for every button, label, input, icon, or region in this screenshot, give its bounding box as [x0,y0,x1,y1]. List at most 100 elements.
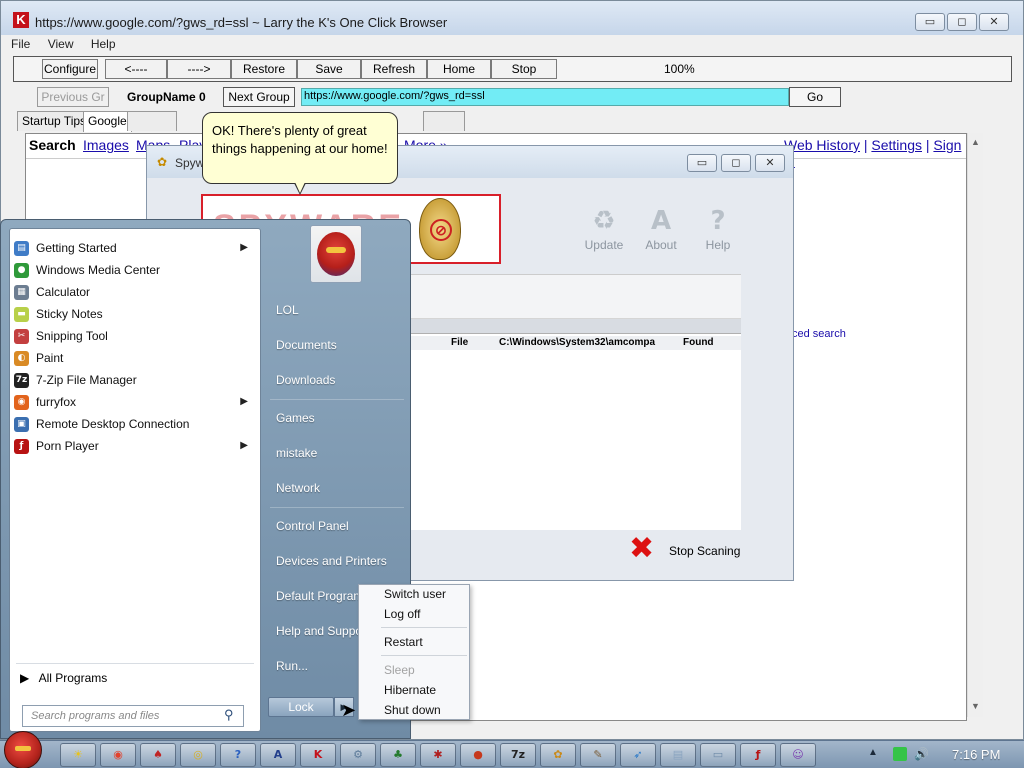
search-icon[interactable]: ⚲ [224,707,234,723]
minimize-button[interactable]: ▭ [915,13,945,31]
lock-button[interactable]: Lock [268,697,334,717]
configure-button[interactable]: Configure [42,59,98,79]
log-off-item[interactable]: Log off [384,607,420,621]
taskbar-app-a-app-icon[interactable]: A [260,743,296,767]
start-link-downloads[interactable]: Downloads [276,370,335,390]
previous-group-button[interactable]: Previous Gr [37,87,109,107]
search-input[interactable]: Search programs and files [22,705,244,727]
taskbar-app-ttb-app-icon[interactable]: ● [460,743,496,767]
start-link-documents[interactable]: Documents [276,335,337,355]
taskbar-app-cards-icon[interactable]: ♠ [140,743,176,767]
table-row[interactable]: File C:\Windows\System32\amcompa Found [409,336,741,350]
web-history-link[interactable]: Web History [784,137,860,153]
spyware-maximize-button[interactable]: ◻ [721,154,751,172]
switch-user-item[interactable]: Switch user [384,587,446,601]
taskbar-app-notes-app-icon[interactable]: ▤ [660,743,696,767]
spyware-close-button[interactable]: ✕ [755,154,785,172]
program-getting-started[interactable]: ▤ Getting Started ▶ [10,237,260,259]
taskbar-app-window-app-icon[interactable]: ▭ [700,743,736,767]
start-button[interactable] [4,731,42,768]
taskbar-app-k-browser-icon[interactable]: K [300,743,336,767]
all-programs-button[interactable]: ▶ All Programs [20,669,107,687]
url-input[interactable]: https://www.google.com/?gws_rd=ssl [301,88,789,106]
tab-startup-tips[interactable]: Startup Tips [17,111,92,131]
maximize-button[interactable]: ◻ [947,13,977,31]
advanced-search-link[interactable]: ced search [792,328,846,340]
program-7zip[interactable]: 7z 7-Zip File Manager [10,369,260,391]
start-menu-programs: ▤ Getting Started ▶ ● Windows Media Cent… [9,228,261,732]
hibernate-item[interactable]: Hibernate [384,683,436,697]
program-paint[interactable]: ◐ Paint [10,347,260,369]
next-group-button[interactable]: Next Group [223,87,295,107]
furryfox-icon: ◉ [14,395,29,410]
taskbar-app-tools-app-icon[interactable]: ✎ [580,743,616,767]
taskbar-app-zip-app-icon[interactable]: 7z [500,743,536,767]
menu-view[interactable]: View [48,37,74,51]
spyware-minimize-button[interactable]: ▭ [687,154,717,172]
start-link-help-support[interactable]: Help and Support [276,621,360,641]
start-link-lol[interactable]: LOL [276,300,299,320]
program-porn-player[interactable]: ƒ Porn Player ▶ [10,435,260,457]
tab-empty-2[interactable] [423,111,465,131]
program-furryfox[interactable]: ◉ furryfox ▶ [10,391,260,413]
taskbar-app-tree-app-icon[interactable]: ♣ [380,743,416,767]
start-link-control-panel[interactable]: Control Panel [276,516,349,536]
taskbar-app-chrome-icon[interactable]: ◉ [100,743,136,767]
taskbar-app-flash-app-icon[interactable]: ƒ [740,743,776,767]
start-link-games[interactable]: Games [276,408,315,428]
help-tool[interactable]: ? Help [693,206,743,252]
back-button[interactable]: <---- [105,59,167,79]
taskbar-app-sun-app-icon[interactable]: ☀ [60,743,96,767]
taskbar-app-cd-app-icon[interactable]: ◎ [180,743,216,767]
taskbar-app-purple-app-icon[interactable]: ☺ [780,743,816,767]
program-snipping-tool[interactable]: ✂ Snipping Tool [10,325,260,347]
program-remote-desktop[interactable]: ▣ Remote Desktop Connection [10,413,260,435]
avatar[interactable] [310,225,362,283]
page-scrollbar[interactable]: ▲ ▼ [967,133,983,717]
program-sticky-notes[interactable]: ▬ Sticky Notes [10,303,260,325]
browser-titlebar[interactable]: K https://www.google.com/?gws_rd=ssl ~ L… [1,1,1023,35]
program-windows-media-center[interactable]: ● Windows Media Center [10,259,260,281]
menu-file[interactable]: File [11,37,30,51]
start-link-mistake[interactable]: mistake [276,443,317,463]
about-tool[interactable]: A About [636,206,686,252]
program-label: furryfox [36,395,77,409]
start-right-divider [270,507,404,508]
scroll-down-icon[interactable]: ▼ [971,701,980,711]
start-link-default-programs[interactable]: Default Programs [276,586,360,606]
menu-help[interactable]: Help [91,37,116,51]
taskbar-app-bird-app-icon[interactable]: ➶ [620,743,656,767]
google-link-images[interactable]: Images [83,137,129,153]
restart-item[interactable]: Restart [384,635,423,649]
tab-google[interactable]: Google [83,111,132,132]
battery-icon[interactable] [893,747,907,761]
volume-icon[interactable]: 🔊 [914,747,929,761]
taskbar-app-bug-app-icon[interactable]: ✿ [540,743,576,767]
start-link-devices-printers[interactable]: Devices and Printers [276,551,387,571]
taskbar-app-spider-app-icon[interactable]: ✱ [420,743,456,767]
start-link-run[interactable]: Run... [276,656,308,676]
refresh-button[interactable]: Refresh [361,59,427,79]
speech-bubble: OK! There's plenty of great things happe… [202,112,398,184]
about-icon: A [650,206,672,236]
update-tool[interactable]: ♻ Update [579,206,629,252]
stop-button[interactable]: Stop [491,59,557,79]
forward-button[interactable]: ----> [167,59,231,79]
save-button[interactable]: Save [297,59,361,79]
tab-empty-1[interactable] [127,111,177,131]
group-nav: Previous Gr GroupName 0 Next Group https… [1,85,1023,111]
shut-down-item[interactable]: Shut down [384,703,441,717]
go-button[interactable]: Go [789,87,841,107]
tray-expand-icon[interactable]: ▲ [868,747,878,758]
program-calculator[interactable]: ▦ Calculator [10,281,260,303]
start-link-network[interactable]: Network [276,478,320,498]
close-button[interactable]: ✕ [979,13,1009,31]
home-button[interactable]: Home [427,59,491,79]
zoom-level: 100% [664,62,695,76]
restore-button[interactable]: Restore [231,59,297,79]
scroll-up-icon[interactable]: ▲ [971,137,980,147]
settings-link[interactable]: Settings [871,137,922,153]
taskbar-app-gear-app-icon[interactable]: ⚙ [340,743,376,767]
clock[interactable]: 7:16 PM [952,747,1000,762]
taskbar-app-help-app-icon[interactable]: ? [220,743,256,767]
